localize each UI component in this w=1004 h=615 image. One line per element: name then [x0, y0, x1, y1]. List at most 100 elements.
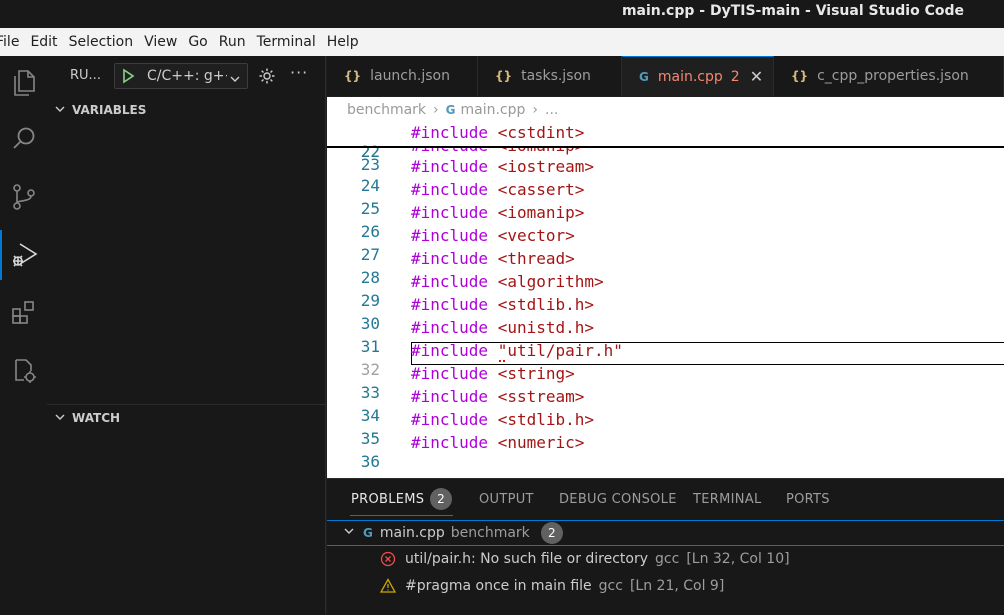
chevron-right-icon: › — [433, 102, 439, 118]
chevron-right-icon: › — [532, 102, 539, 118]
menu-selection[interactable]: Selection — [69, 34, 134, 50]
preprocessor-keyword: #include — [411, 272, 489, 291]
code-line[interactable]: 34 #include <sstream> — [327, 387, 1004, 425]
cpp-file-icon: G — [445, 103, 456, 117]
include-target: <thread> — [488, 249, 575, 268]
preprocessor-keyword: #include — [411, 433, 489, 452]
preprocessor-keyword: #include — [411, 123, 489, 142]
tab-main-cpp[interactable]: G main.cpp 2 ✕ — [622, 56, 774, 96]
breadcrumb-more[interactable]: ... — [545, 102, 558, 118]
bottom-panel: PROBLEMS 2 OUTPUT DEBUG CONSOLE TERMINAL… — [327, 478, 1004, 615]
more-actions-icon[interactable]: ··· — [290, 63, 308, 82]
preprocessor-keyword: #include — [411, 180, 489, 199]
problem-source: gcc — [598, 578, 623, 594]
menu-run[interactable]: Run — [219, 34, 246, 50]
include-target: <stdlib.h> — [488, 295, 595, 314]
code-line[interactable]: 27 #include <vector> — [327, 226, 1004, 264]
run-and-debug-title: RU... — [70, 68, 101, 83]
problem-folder: benchmark — [450, 525, 530, 541]
breadcrumb-folder[interactable]: benchmark — [347, 102, 426, 118]
code-line[interactable]: 37 — [327, 456, 1004, 478]
files-icon[interactable] — [0, 58, 47, 108]
sticky-scroll-line[interactable]: 22 #include <cstdint> — [327, 123, 1004, 161]
chevron-down-icon — [54, 411, 66, 426]
code-line[interactable]: 25 #include <cassert> — [327, 180, 1004, 218]
search-icon[interactable] — [0, 114, 47, 164]
chevron-down-icon — [229, 70, 241, 89]
include-target: <unistd.h> — [488, 318, 595, 337]
gear-icon[interactable] — [258, 67, 276, 89]
section-divider — [47, 404, 326, 405]
menu-edit[interactable]: Edit — [30, 34, 57, 50]
include-target: <iomanip> — [488, 203, 585, 222]
watch-section-header[interactable]: WATCH — [47, 407, 326, 429]
problems-count-badge: 2 — [430, 488, 452, 510]
problem-group-count: 2 — [540, 522, 563, 544]
breadcrumb: benchmark › G main.cpp › ... — [327, 97, 1004, 123]
tab-c-cpp-properties-json[interactable]: {} c_cpp_properties.json — [774, 56, 1004, 96]
breadcrumb-file[interactable]: main.cpp — [461, 102, 526, 118]
menu-view[interactable]: View — [144, 34, 177, 50]
remote-explorer-icon[interactable] — [0, 346, 47, 396]
tab-ports[interactable]: PORTS — [786, 492, 830, 507]
problem-group-row[interactable]: G main.cpp benchmark 2 — [327, 520, 1004, 546]
problem-message: #pragma once in main file — [405, 578, 592, 594]
tab-output[interactable]: OUTPUT — [479, 492, 534, 507]
code-line[interactable]: 28 #include <thread> — [327, 249, 1004, 287]
tab-label: main.cpp — [657, 68, 723, 85]
menu-go[interactable]: Go — [188, 34, 207, 50]
chevron-down-icon — [54, 103, 66, 118]
variables-section-header[interactable]: VARIABLES — [47, 99, 326, 121]
source-control-icon[interactable] — [0, 172, 47, 222]
tab-launch-json[interactable]: {} launch.json — [327, 56, 478, 96]
preprocessor-keyword: #include — [411, 410, 489, 429]
extensions-icon[interactable] — [0, 288, 47, 338]
run-debug-icon[interactable] — [0, 230, 47, 280]
problem-message: util/pair.h: No such file or directory — [405, 551, 649, 567]
cpp-file-icon: G — [639, 69, 649, 84]
tab-tasks-json[interactable]: {} tasks.json — [478, 56, 622, 96]
include-target: <stdlib.h> — [488, 410, 595, 429]
preprocessor-keyword: #include — [411, 341, 489, 360]
code-line[interactable]: 30 #include <stdlib.h> — [327, 295, 1004, 333]
menu-help[interactable]: Help — [327, 34, 359, 50]
include-target: "util/pair.h" — [488, 341, 623, 360]
sticky-scroll-overlay: 22 #include <cstdint> — [327, 123, 1004, 161]
preprocessor-keyword: #include — [411, 249, 489, 268]
code-line[interactable]: 24 #include <iostream> — [327, 157, 1004, 195]
variables-title: VARIABLES — [72, 103, 147, 117]
code-line[interactable]: 31 #include <unistd.h> — [327, 318, 1004, 356]
code-editor[interactable]: 22 #include <cstdint> 23 #include <ioman… — [327, 123, 1004, 478]
menu-terminal[interactable]: Terminal — [257, 34, 316, 50]
tab-terminal[interactable]: TERMINAL — [693, 492, 762, 507]
code-line[interactable]: 35 #include <stdlib.h> — [327, 410, 1004, 448]
chevron-down-icon — [343, 525, 355, 541]
code-line[interactable]: 29 #include <algorithm> — [327, 272, 1004, 310]
code-line[interactable]: 36 #include <numeric> — [327, 433, 1004, 471]
code-line-current[interactable]: 32 #include "util/pair.h" — [327, 341, 1004, 379]
line-number: 22 — [360, 142, 380, 161]
problem-location: [Ln 21, Col 9] — [629, 578, 725, 594]
tab-debug-console[interactable]: DEBUG CONSOLE — [559, 492, 677, 507]
debug-toolbar: RU... C/C++: g++ ··· — [47, 56, 326, 96]
include-target: <string> — [488, 364, 575, 383]
menu-file[interactable]: File — [0, 34, 19, 50]
tab-label: launch.json — [370, 68, 450, 84]
json-icon: {} — [344, 69, 362, 83]
problem-location: [Ln 32, Col 10] — [686, 551, 790, 567]
preprocessor-keyword: #include — [411, 295, 489, 314]
tab-label: c_cpp_properties.json — [817, 68, 969, 84]
problem-source: gcc — [655, 551, 680, 567]
tab-problems[interactable]: PROBLEMS — [351, 492, 424, 507]
debug-sidebar: RU... C/C++: g++ ··· VARIABLES WATCH — [47, 56, 326, 615]
problem-item[interactable]: #pragma once in main file gcc [Ln 21, Co… — [327, 573, 1004, 599]
start-debugging-icon[interactable] — [120, 68, 136, 88]
code-line[interactable]: 26 #include <iomanip> — [327, 203, 1004, 241]
menu-bar: File Edit Selection View Go Run Terminal… — [0, 28, 1004, 56]
problem-file-name: main.cpp — [379, 525, 445, 541]
problem-item[interactable]: util/pair.h: No such file or directory g… — [327, 546, 1004, 572]
include-target: <algorithm> — [488, 272, 604, 291]
code-line[interactable]: 33 #include <string> — [327, 364, 1004, 402]
close-icon[interactable]: ✕ — [750, 67, 763, 86]
debug-config-select[interactable]: C/C++: g++ — [114, 63, 248, 89]
